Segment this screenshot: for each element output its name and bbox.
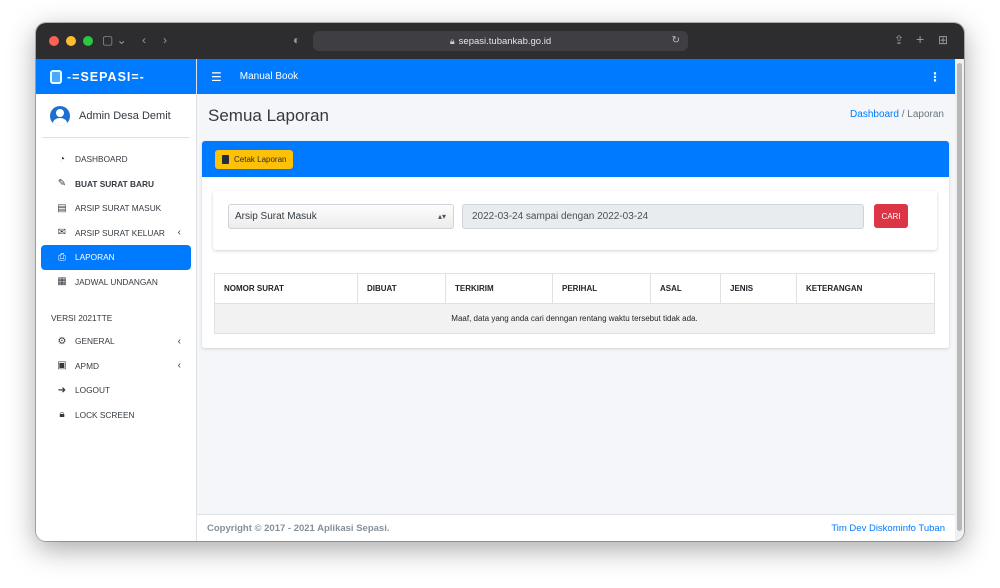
privacy-shield-icon[interactable]: ◐: [293, 33, 300, 47]
breadcrumb: Dashboard / Laporan: [850, 109, 944, 120]
calendar-icon: ▦: [57, 276, 67, 288]
top-navbar: ☰ Manual Book ⋮: [197, 59, 955, 94]
column-header[interactable]: KETERANGAN: [796, 273, 935, 304]
browser-toolbar: ▢ ⌄ ‹ › ◐ 🔒︎ sepasi.tubankab.go.id ↻ ⇪ +…: [36, 23, 964, 59]
main-content: Semua Laporan Dashboard / Laporan Cetak …: [197, 94, 955, 541]
user-name: Admin Desa Demit: [79, 109, 171, 122]
column-header[interactable]: PERIHAL: [552, 273, 651, 304]
back-icon[interactable]: ‹: [142, 33, 146, 47]
report-type-select[interactable]: Arsip Surat Masuk ▴▾: [228, 204, 454, 229]
sidebar-item-arsip-surat-masuk[interactable]: ▤ ARSIP SURAT MASUK: [41, 196, 191, 221]
file-icon: [222, 154, 229, 164]
copyright-text: Copyright © 2017 - 2021 Aplikasi Sepasi.: [207, 522, 390, 534]
sidebar-item-label: APMD: [75, 360, 99, 371]
sidebar-item-logout[interactable]: ➜ LOGOUT: [41, 378, 191, 403]
brand-logo[interactable]: -=SEPASI=-: [36, 59, 196, 94]
scrollbar-thumb[interactable]: [957, 63, 962, 531]
browser-window: ▢ ⌄ ‹ › ◐ 🔒︎ sepasi.tubankab.go.id ↻ ⇪ +…: [36, 23, 964, 541]
report-card: Cetak Laporan Arsip Surat Masuk ▴▾ 2022-…: [202, 141, 949, 348]
window-controls: [49, 36, 93, 46]
share-icon[interactable]: ⇪: [894, 33, 904, 47]
report-type-value: Arsip Surat Masuk: [235, 211, 317, 222]
sidebar-item-label: LOCK SCREEN: [75, 409, 135, 420]
sidebar-item-label: DASHBOARD: [75, 154, 128, 165]
id-card-icon: ▣: [57, 360, 67, 372]
sidebar-item-lock-screen[interactable]: 🔒︎ LOCK SCREEN: [41, 403, 191, 428]
empty-message: Maaf, data yang anda cari denngan rentan…: [214, 303, 935, 334]
address-bar[interactable]: 🔒︎ sepasi.tubankab.go.id ↻: [313, 31, 688, 51]
more-options-icon[interactable]: ⋮: [929, 70, 941, 84]
new-tab-icon[interactable]: +: [916, 31, 924, 47]
manual-book-link[interactable]: Manual Book: [240, 71, 298, 82]
sign-out-icon: ➜: [57, 384, 67, 396]
inbox-icon: ▤: [57, 202, 67, 214]
tab-overview-icon[interactable]: ⊞: [938, 33, 948, 47]
sidebar: -=SEPASI=- Admin Desa Demit ◔ DASHBOARD …: [36, 59, 197, 541]
print-report-button[interactable]: Cetak Laporan: [215, 149, 294, 169]
column-header[interactable]: ASAL: [650, 273, 721, 304]
search-button[interactable]: CARI: [874, 204, 908, 228]
hamburger-menu-icon[interactable]: ☰: [211, 70, 222, 84]
filter-panel: Arsip Surat Masuk ▴▾ 2022-03-24 sampai d…: [213, 191, 937, 250]
sidebar-item-label: JADWAL UNDANGAN: [75, 276, 158, 287]
team-link[interactable]: Tim Dev Diskominfo Tuban: [831, 523, 945, 534]
print-icon: ⎙: [58, 251, 66, 263]
url-text: sepasi.tubankab.go.id: [458, 35, 552, 47]
cog-icon: ⚙: [57, 335, 67, 347]
sidebar-item-label: BUAT SURAT BARU: [75, 178, 154, 189]
sidebar-item-general[interactable]: ⚙ GENERAL ‹: [41, 329, 191, 354]
date-range-value: 2022-03-24 sampai dengan 2022-03-24: [472, 211, 649, 222]
column-header[interactable]: DIBUAT: [357, 273, 446, 304]
page-title: Semua Laporan: [208, 106, 329, 125]
tachometer-icon: ◔: [58, 153, 66, 165]
brand-name: -=SEPASI=-: [67, 69, 145, 84]
sidebar-item-laporan[interactable]: ⎙ LAPORAN: [41, 245, 191, 270]
chevron-left-icon: ‹: [177, 335, 181, 347]
breadcrumb-current: Laporan: [907, 109, 944, 120]
zoom-window-button[interactable]: [83, 36, 93, 46]
sidebar-nav: ◔ DASHBOARD ✎ BUAT SURAT BARU ▤ ARSIP SU…: [36, 138, 196, 427]
mail-bulk-icon: ✉: [57, 227, 67, 239]
reload-icon[interactable]: ↻: [672, 35, 680, 46]
footer: Copyright © 2017 - 2021 Aplikasi Sepasi.…: [197, 514, 955, 541]
table-row: Maaf, data yang anda cari denngan rentan…: [214, 303, 935, 334]
sidebar-toggle-icon[interactable]: ▢ ⌄: [102, 33, 127, 47]
column-header[interactable]: TERKIRIM: [445, 273, 553, 304]
sidebar-item-apmd[interactable]: ▣ APMD ‹: [41, 354, 191, 379]
sidebar-item-jadwal-undangan[interactable]: ▦ JADWAL UNDANGAN: [41, 270, 191, 295]
print-report-label: Cetak Laporan: [234, 154, 287, 164]
card-header: Cetak Laporan: [202, 141, 949, 177]
close-window-button[interactable]: [49, 36, 59, 46]
date-range-input[interactable]: 2022-03-24 sampai dengan 2022-03-24: [462, 204, 864, 229]
minimize-window-button[interactable]: [66, 36, 76, 46]
column-header[interactable]: JENIS: [720, 273, 797, 304]
report-table: NOMOR SURAT DIBUAT TERKIRIM PERIHAL ASAL…: [214, 273, 935, 334]
chevron-left-icon: ‹: [177, 360, 181, 372]
breadcrumb-separator: /: [901, 109, 905, 120]
sidebar-item-arsip-surat-keluar[interactable]: ✉ ARSIP SURAT KELUAR ‹: [41, 221, 191, 246]
forward-icon[interactable]: ›: [163, 33, 167, 47]
breadcrumb-dashboard-link[interactable]: Dashboard: [850, 109, 899, 120]
select-arrows-icon: ▴▾: [437, 212, 446, 221]
sidebar-item-dashboard[interactable]: ◔ DASHBOARD: [41, 147, 191, 172]
sidebar-item-label: ARSIP SURAT MASUK: [75, 203, 162, 214]
version-header: VERSI 2021TTE: [51, 313, 113, 323]
table-header-row: NOMOR SURAT DIBUAT TERKIRIM PERIHAL ASAL…: [214, 273, 935, 304]
sepasi-logo-icon: [50, 69, 62, 84]
chevron-left-icon: ‹: [177, 227, 181, 239]
avatar: [50, 105, 70, 126]
page-scrollbar[interactable]: [955, 59, 964, 541]
sidebar-item-buat-surat-baru[interactable]: ✎ BUAT SURAT BARU: [41, 172, 191, 197]
signature-icon: ✎: [57, 178, 67, 190]
sidebar-item-label: GENERAL: [75, 336, 115, 347]
sidebar-item-label: LOGOUT: [75, 385, 111, 396]
column-header[interactable]: NOMOR SURAT: [214, 273, 358, 304]
lock-icon: 🔒︎: [449, 35, 455, 46]
sidebar-item-label: ARSIP SURAT KELUAR: [75, 227, 165, 238]
sidebar-item-label: LAPORAN: [75, 252, 115, 263]
lock-icon: 🔒︎: [59, 409, 65, 421]
user-panel[interactable]: Admin Desa Demit: [42, 94, 190, 138]
